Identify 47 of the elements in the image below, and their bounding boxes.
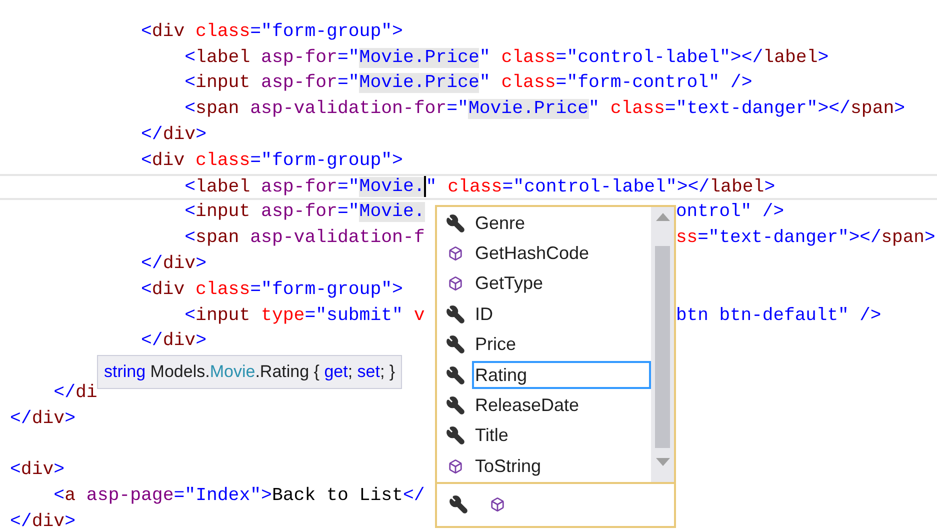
wrench-icon <box>446 366 464 385</box>
wrench-icon <box>446 304 464 324</box>
completion-item[interactable]: GetType <box>437 268 651 300</box>
completion-item[interactable]: ReleaseDate <box>437 390 651 421</box>
filter-button[interactable] <box>449 495 468 514</box>
scrollbar[interactable] <box>651 207 674 482</box>
code-line: <div class="form-group"> <box>140 150 403 172</box>
code-line: </div> <box>10 511 76 532</box>
code-line: <label asp-for="Movie.Price" class="control-label"></label> <box>184 46 829 69</box>
code-line: btn btn-default" /> <box>676 304 882 327</box>
quick-info-tooltip: string Models.Movie.Rating { get; set; } <box>97 355 402 389</box>
completion-item[interactable]: GetHashCode <box>437 238 651 269</box>
code-line: ontrol" /> <box>676 201 784 224</box>
completion-item[interactable]: ToString <box>437 451 651 482</box>
scrollbar-thumb[interactable] <box>655 246 670 448</box>
cube-icon <box>448 276 462 292</box>
cube-icon <box>448 246 462 262</box>
code-line: <a asp-page="Index">Back to List</ <box>52 485 425 508</box>
wrench-icon <box>446 335 464 354</box>
code-line: <span asp-validation-for="Movie.Price" class="text-danger"></span> <box>184 98 906 120</box>
scroll-down-icon[interactable] <box>656 458 670 466</box>
code-line: <span asp-validation-f <box>184 227 425 250</box>
code-line: </div> <box>140 330 206 352</box>
code-line: ss="text-danger"></span> <box>676 227 936 250</box>
wrench-icon <box>449 495 468 514</box>
cube-icon <box>448 458 462 474</box>
wrench-icon <box>446 214 464 233</box>
code-line: </div> <box>140 253 206 276</box>
code-line: <div class="form-group"> <box>140 278 403 301</box>
wrench-icon <box>446 426 464 446</box>
code-line: </div> <box>140 124 206 146</box>
code-line: </div> <box>10 408 76 430</box>
code-line: <div class="form-group"> <box>140 20 403 43</box>
completion-item[interactable]: ID <box>437 299 651 330</box>
wrench-icon <box>446 396 464 416</box>
completion-item[interactable]: Price <box>437 330 651 360</box>
code-line: <input asp-for="Movie. <box>184 201 425 224</box>
code-line: <input asp-for="Movie.Price" class="form-control" /> <box>184 72 752 94</box>
filter-button[interactable] <box>488 497 507 512</box>
scroll-up-icon[interactable] <box>656 213 670 221</box>
code-line: <div> <box>10 459 65 482</box>
completion-item[interactable]: Title <box>437 420 651 452</box>
code-line: </di <box>52 382 98 404</box>
code-line: <input type="submit" v <box>184 304 425 327</box>
code-line: <label asp-for="Movie." class="control-label"></label> <box>184 176 776 198</box>
cube-icon <box>490 497 505 512</box>
completion-item[interactable]: Genre <box>437 208 651 238</box>
